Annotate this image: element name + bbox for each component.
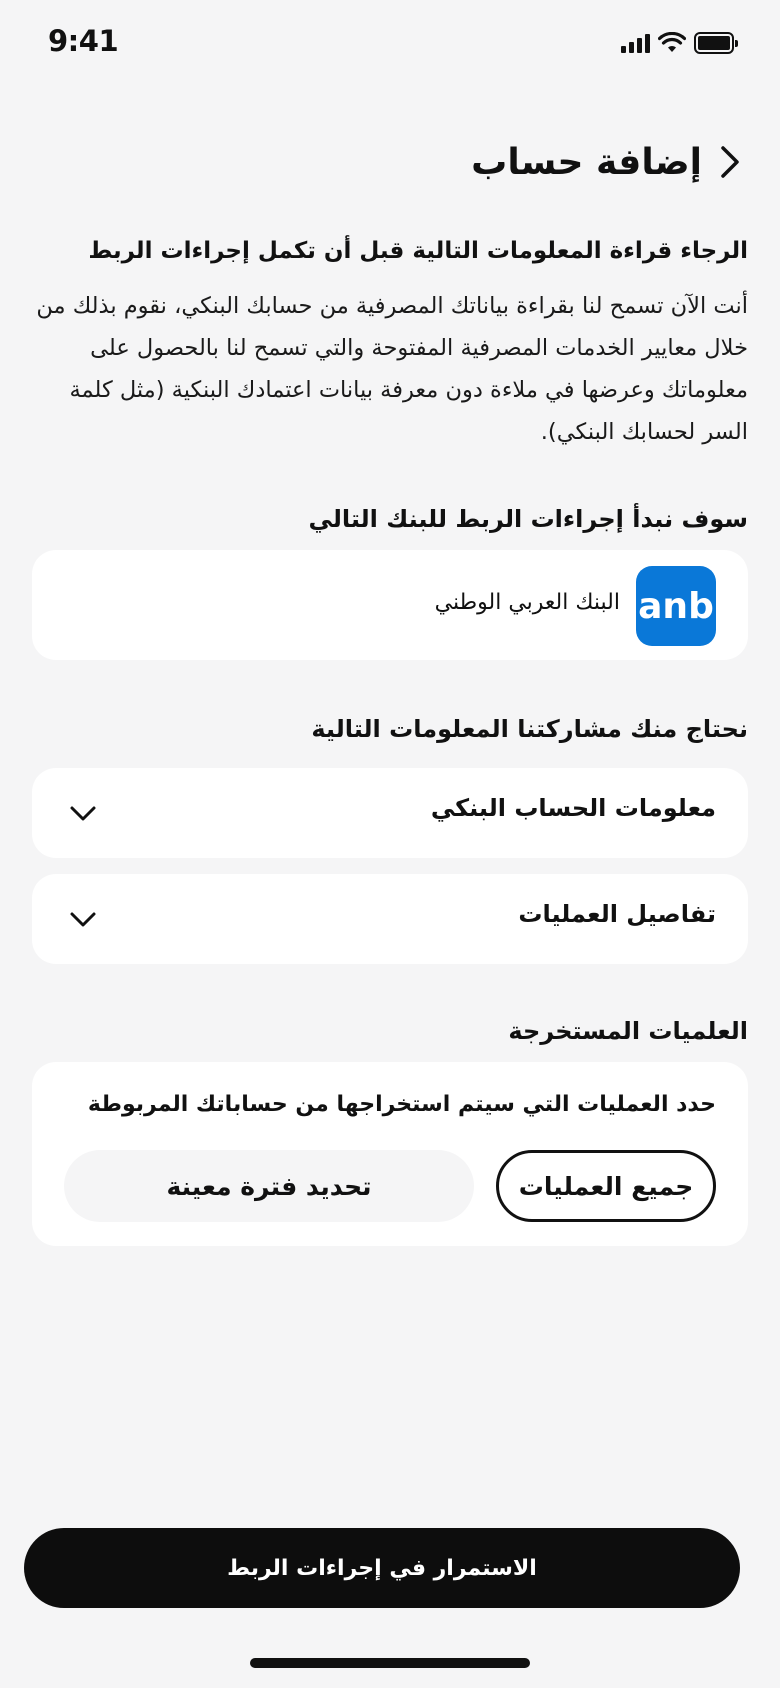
cellular-signal-icon [621,33,650,53]
extract-subtitle: حدد العمليات التي سيتم استخراجها من حساب… [87,1092,716,1117]
continue-linking-label: الاستمرار في إجراءات الربط [227,1555,537,1581]
wifi-icon [658,32,686,52]
page-title: إضافة حساب [471,141,702,183]
bank-name: البنك العربي الوطني [434,590,620,615]
status-bar: 9:41 [0,0,780,90]
battery-icon [694,32,738,54]
bank-card: anb البنك العربي الوطني [32,550,748,660]
option-label: جميع العمليات [518,1171,694,1201]
accordion-label: معلومات الحساب البنكي [430,794,716,822]
notice-title: الرجاء قراءة المعلومات التالية قبل أن تك… [88,238,748,264]
chevron-right-icon[interactable] [710,140,750,184]
notice-body: أنت الآن تسمح لنا بقراءة بياناتك المصرفي… [36,293,748,445]
status-icons [621,32,738,54]
add-account-screen: 9:41 إضافة حساب الرجاء قراءة المعلومات ا… [0,0,780,1688]
all-transactions-option[interactable]: جميع العمليات [496,1150,716,1222]
page-header: إضافة حساب [471,140,750,184]
chevron-down-icon [70,912,96,927]
accordion-transaction-details[interactable]: تفاصيل العمليات [32,874,748,964]
option-label: تحديد فترة معينة [166,1171,372,1201]
continue-linking-button[interactable]: الاستمرار في إجراءات الربط [24,1528,740,1608]
bank-logo-text: anb [638,585,714,627]
accordion-bank-account-info[interactable]: معلومات الحساب البنكي [32,768,748,858]
home-indicator [250,1658,530,1668]
status-time: 9:41 [48,24,119,58]
extract-section-heading: العلميات المستخرجة [508,1017,748,1045]
info-section-heading: نحتاج منك مشاركتنا المعلومات التالية [311,715,748,743]
extract-card: حدد العمليات التي سيتم استخراجها من حساب… [32,1062,748,1246]
accordion-label: تفاصيل العمليات [518,900,716,928]
chevron-down-icon [70,806,96,821]
bank-section-heading: سوف نبدأ إجراءات الربط للبنك التالي [308,505,748,533]
bank-logo: anb [636,566,716,646]
custom-period-option[interactable]: تحديد فترة معينة [64,1150,474,1222]
